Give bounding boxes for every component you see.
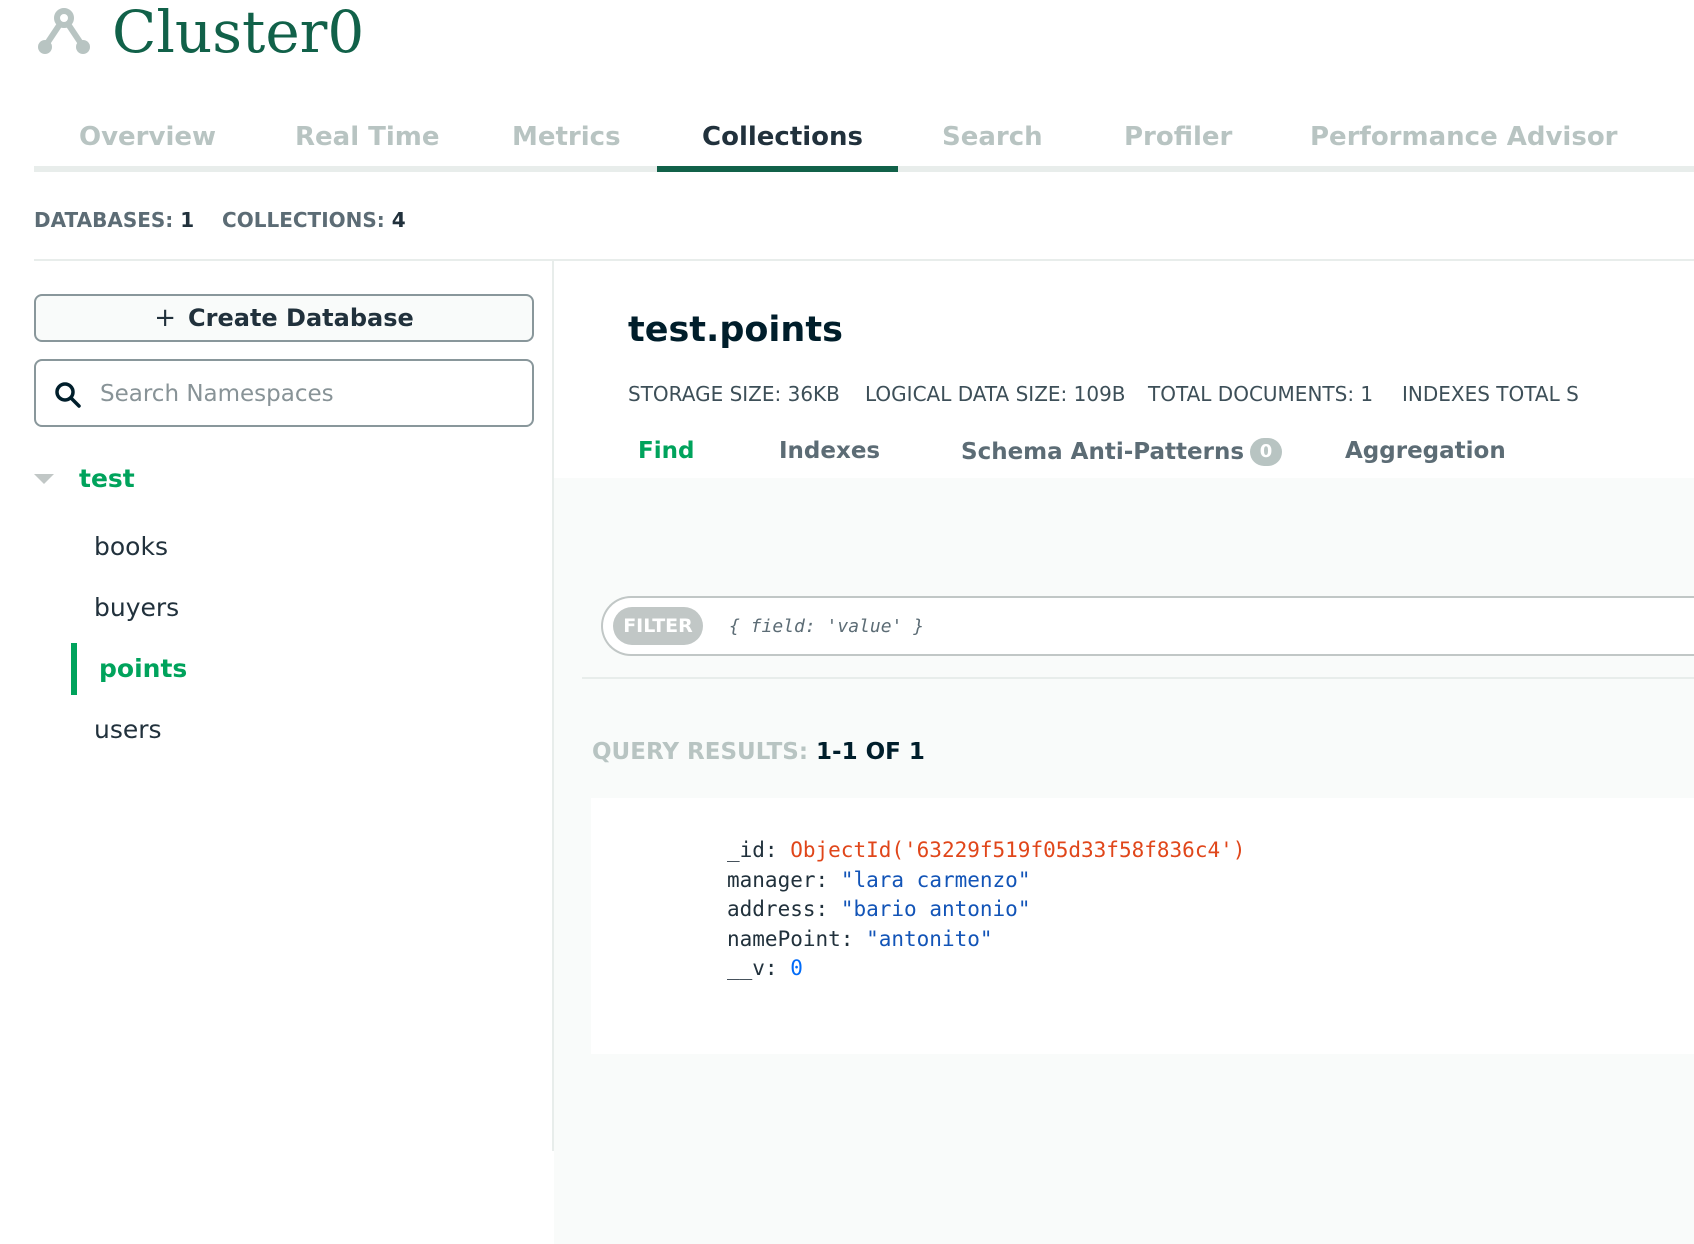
document-field-manager: manager: "lara carmenzo" <box>727 868 1030 892</box>
field-key: namePoint: <box>727 927 854 951</box>
field-value: 0 <box>790 956 803 980</box>
collections-label: COLLECTIONS: <box>222 208 385 232</box>
tab-metrics[interactable]: Metrics <box>512 122 621 152</box>
field-key: __v: <box>727 956 778 980</box>
field-value: ObjectId('63229f519f05d33f58f836c4') <box>790 838 1246 862</box>
query-results-count: QUERY RESULTS: 1-1 OF 1 <box>592 739 925 765</box>
document-field-address: address: "bario antonio" <box>727 897 1030 921</box>
stat-value: 1 <box>1360 382 1374 406</box>
stat-label: TOTAL DOCUMENTS: <box>1148 382 1355 406</box>
create-database-button[interactable]: + Create Database <box>34 294 534 342</box>
filter-label: FILTER <box>613 607 703 645</box>
indexes-total-size-stat: INDEXES TOTAL S <box>1402 382 1579 406</box>
field-key: _id: <box>727 838 778 862</box>
collection-buyers[interactable]: buyers <box>94 593 179 622</box>
query-results-value: 1-1 OF 1 <box>816 739 925 765</box>
document-field-id: _id: ObjectId('63229f519f05d33f58f836c4'… <box>727 838 1245 862</box>
tab-performance-advisor[interactable]: Performance Advisor <box>1310 122 1618 152</box>
caret-down-icon[interactable] <box>34 474 54 484</box>
storage-size-stat: STORAGE SIZE: 36KB <box>628 382 840 406</box>
filter-query-input[interactable] <box>727 606 1631 646</box>
namespace-search[interactable] <box>34 359 534 427</box>
document-field-v: __v: 0 <box>727 956 803 980</box>
subtab-schema-anti-patterns[interactable]: Schema Anti-Patterns 0 <box>961 438 1283 466</box>
databases-count: 1 <box>180 208 195 232</box>
stat-value: 109B <box>1073 382 1126 406</box>
field-value: "antonito" <box>866 927 993 951</box>
stat-label: INDEXES TOTAL S <box>1402 382 1579 406</box>
field-key: address: <box>727 897 829 921</box>
tab-search[interactable]: Search <box>942 122 1043 152</box>
tab-collections[interactable]: Collections <box>702 122 863 152</box>
tab-real-time[interactable]: Real Time <box>295 122 440 152</box>
field-value: "lara carmenzo" <box>840 868 1031 892</box>
plus-icon: + <box>154 303 177 333</box>
stat-label: STORAGE SIZE: <box>628 382 782 406</box>
database-test[interactable]: test <box>79 464 135 493</box>
collections-count: 4 <box>391 208 406 232</box>
cluster-title: Cluster0 <box>112 0 365 66</box>
subtab-aggregation[interactable]: Aggregation <box>1345 438 1506 464</box>
tab-overview[interactable]: Overview <box>79 122 216 152</box>
databases-label: DATABASES: <box>34 208 174 232</box>
namespace-title: test.points <box>628 310 843 350</box>
stat-value: 36KB <box>787 382 840 406</box>
divider <box>34 259 1694 261</box>
filter-bar[interactable]: FILTER <box>601 596 1694 656</box>
field-value: "bario antonio" <box>840 897 1031 921</box>
divider <box>582 677 1694 679</box>
stat-label: LOGICAL DATA SIZE: <box>865 382 1068 406</box>
search-namespaces-input[interactable] <box>98 373 522 415</box>
active-collection-marker <box>71 643 77 695</box>
collection-books[interactable]: books <box>94 532 168 561</box>
anti-pattern-count-badge: 0 <box>1250 438 1283 466</box>
search-icon <box>55 382 81 408</box>
tab-profiler[interactable]: Profiler <box>1124 122 1232 152</box>
collection-users[interactable]: users <box>94 715 162 744</box>
field-key: manager: <box>727 868 829 892</box>
active-tab-indicator <box>657 166 898 172</box>
create-database-label: Create Database <box>188 304 414 332</box>
cluster-icon <box>38 8 90 54</box>
total-documents-stat: TOTAL DOCUMENTS: 1 <box>1148 382 1373 406</box>
subtab-indexes[interactable]: Indexes <box>779 438 880 464</box>
subtab-find[interactable]: Find <box>638 438 694 464</box>
document-field-namepoint: namePoint: "antonito" <box>727 927 993 951</box>
query-results-label: QUERY RESULTS: <box>592 739 809 765</box>
subtab-label: Schema Anti-Patterns <box>961 439 1245 465</box>
logical-data-size-stat: LOGICAL DATA SIZE: 109B <box>865 382 1126 406</box>
document-card[interactable]: _id: ObjectId('63229f519f05d33f58f836c4'… <box>591 798 1694 1054</box>
database-collection-counts: DATABASES: 1 COLLECTIONS: 4 <box>34 208 406 232</box>
collection-points[interactable]: points <box>99 654 187 683</box>
